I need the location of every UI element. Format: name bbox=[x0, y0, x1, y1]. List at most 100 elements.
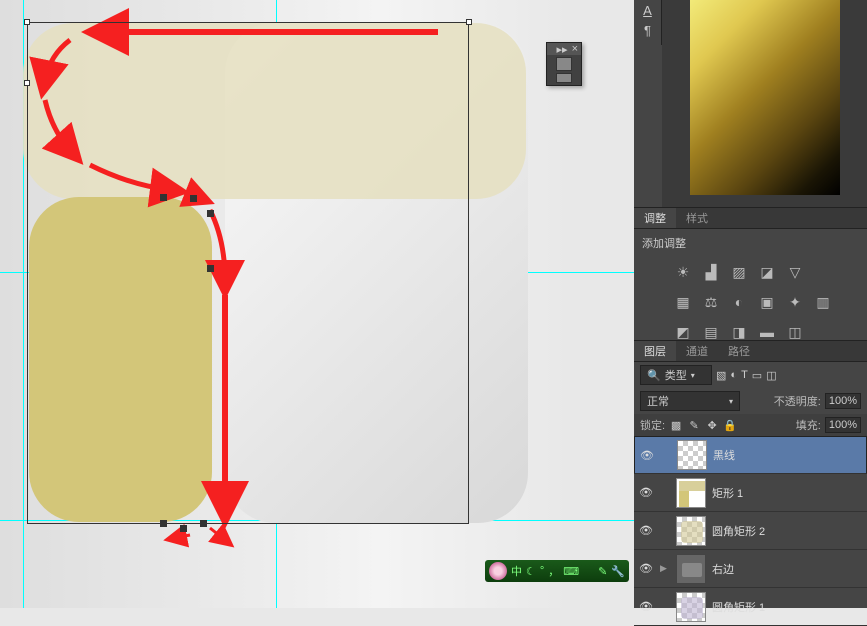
transform-handle[interactable] bbox=[24, 19, 30, 25]
visibility-toggle-icon[interactable]: 👁 bbox=[638, 523, 654, 539]
adjustments-panel: 调整 样式 添加调整 ☀ ▟ ▨ ◪ ▽ ▦ ⚖ ◐ ▣ ✦ ▥ ◩ ▤ ◨ ▬… bbox=[634, 207, 867, 347]
filter-pixel-icon[interactable]: ▧ bbox=[716, 369, 726, 382]
lock-label: 锁定: bbox=[640, 417, 665, 433]
tab-styles[interactable]: 样式 bbox=[676, 208, 718, 228]
layer-list: 👁 黑线 👁 矩形 1 👁 圆角矩形 2 bbox=[634, 436, 867, 626]
shape-left-block bbox=[29, 197, 212, 522]
layer-name[interactable]: 矩形 1 bbox=[712, 485, 743, 501]
path-anchor[interactable] bbox=[160, 194, 167, 201]
lock-position-icon[interactable]: ✥ bbox=[705, 418, 719, 432]
adj-invert-icon[interactable]: ◩ bbox=[674, 323, 692, 341]
filter-adjust-icon[interactable]: ◐ bbox=[730, 369, 737, 381]
adj-selective-icon[interactable]: ◫ bbox=[786, 323, 804, 341]
right-panel-stack: A ¶ 调整 样式 添加调整 ☀ ▟ ▨ ◪ ▽ ▦ ⚖ ◐ ▣ ✦ ▥ ◩ ▤ bbox=[634, 0, 867, 608]
layer-name[interactable]: 右边 bbox=[712, 561, 734, 577]
panel-icon[interactable] bbox=[556, 73, 572, 83]
visibility-toggle-icon[interactable]: 👁 bbox=[639, 447, 655, 463]
transform-handle[interactable] bbox=[24, 80, 30, 86]
ime-keyboard-icon[interactable]: ⌨ bbox=[563, 565, 579, 578]
blend-mode-select[interactable]: 正常 ▾ bbox=[640, 391, 740, 411]
layer-item[interactable]: 👁 矩形 1 bbox=[634, 474, 867, 512]
close-icon[interactable]: × bbox=[572, 43, 578, 55]
ime-logo-icon bbox=[489, 562, 507, 580]
adj-curves-icon[interactable]: ▨ bbox=[730, 263, 748, 281]
gradient-preview[interactable] bbox=[690, 0, 840, 195]
path-anchor[interactable] bbox=[207, 265, 214, 272]
layer-name[interactable]: 圆角矩形 1 bbox=[712, 599, 765, 615]
layer-filter-label: 类型 bbox=[665, 367, 687, 383]
fill-value[interactable]: 100% bbox=[825, 417, 861, 433]
floating-mini-panel[interactable]: ▸▸ × bbox=[546, 42, 582, 86]
path-anchor[interactable] bbox=[207, 210, 214, 217]
lock-paint-icon[interactable]: ✎ bbox=[687, 418, 701, 432]
tab-adjustments[interactable]: 调整 bbox=[634, 208, 676, 228]
adj-balance-icon[interactable]: ⚖ bbox=[702, 293, 720, 311]
paragraph-tool-icon[interactable]: ¶ bbox=[634, 20, 661, 40]
layer-item[interactable]: 👁 ▶ 右边 bbox=[634, 550, 867, 588]
fill-label: 填充: bbox=[796, 417, 821, 433]
adj-bw-icon[interactable]: ◐ bbox=[730, 293, 748, 311]
layer-name[interactable]: 圆角矩形 2 bbox=[712, 523, 765, 539]
adj-vibrance-icon[interactable]: ▽ bbox=[786, 263, 804, 281]
tab-channels[interactable]: 通道 bbox=[676, 341, 718, 361]
visibility-toggle-icon[interactable]: 👁 bbox=[638, 561, 654, 577]
layer-item[interactable]: 👁 圆角矩形 2 bbox=[634, 512, 867, 550]
ime-moon-icon[interactable]: ☾ bbox=[526, 565, 536, 578]
layer-thumbnail[interactable] bbox=[677, 440, 707, 470]
layer-thumbnail[interactable] bbox=[676, 592, 706, 622]
tab-layers[interactable]: 图层 bbox=[634, 341, 676, 361]
type-tool-icon[interactable]: A bbox=[634, 0, 661, 20]
search-icon: 🔍 bbox=[647, 369, 661, 382]
tool-tab-strip: A ¶ bbox=[634, 0, 662, 45]
ime-status-bar[interactable]: 中 ☾ ° ， ⌨ ✎ 🔧 bbox=[485, 560, 629, 582]
ime-punct[interactable]: ， bbox=[548, 563, 559, 579]
lock-transparency-icon[interactable]: ▩ bbox=[669, 418, 683, 432]
adj-lut-icon[interactable]: ▥ bbox=[814, 293, 832, 311]
visibility-toggle-icon[interactable]: 👁 bbox=[638, 599, 654, 615]
opacity-value[interactable]: 100% bbox=[825, 393, 861, 409]
blend-mode-value: 正常 bbox=[647, 393, 669, 409]
adj-channel-mixer-icon[interactable]: ✦ bbox=[786, 293, 804, 311]
layer-thumbnail[interactable] bbox=[676, 516, 706, 546]
tab-paths[interactable]: 路径 bbox=[718, 341, 760, 361]
layers-panel: 图层 通道 路径 🔍 类型 ▾ ▧ ◐ T ▭ ◫ 正常 ▾ 不透明度: 100… bbox=[634, 340, 867, 608]
opacity-label: 不透明度: bbox=[774, 393, 821, 409]
layer-item[interactable]: 👁 圆角矩形 1 bbox=[634, 588, 867, 626]
ime-settings-icon[interactable]: ✎ bbox=[598, 565, 607, 578]
ime-lang[interactable]: 中 bbox=[511, 563, 522, 579]
ime-wrench-icon[interactable]: 🔧 bbox=[611, 565, 625, 578]
layer-item[interactable]: 👁 黑线 bbox=[634, 436, 867, 474]
panel-icon[interactable] bbox=[556, 57, 572, 71]
layer-thumbnail[interactable] bbox=[676, 478, 706, 508]
folder-thumbnail[interactable] bbox=[676, 554, 706, 584]
filter-type-icon[interactable]: T bbox=[741, 369, 748, 381]
filter-shape-icon[interactable]: ▭ bbox=[752, 369, 762, 382]
adj-brightness-icon[interactable]: ☀ bbox=[674, 263, 692, 281]
adjustments-title: 添加调整 bbox=[634, 229, 867, 257]
adj-photo-filter-icon[interactable]: ▣ bbox=[758, 293, 776, 311]
lock-all-icon[interactable]: 🔒 bbox=[723, 418, 737, 432]
shape-top-bar bbox=[23, 23, 526, 199]
color-gradient-panel[interactable] bbox=[662, 0, 867, 210]
adj-exposure-icon[interactable]: ◪ bbox=[758, 263, 776, 281]
path-anchor[interactable] bbox=[180, 525, 187, 532]
layer-filter-select[interactable]: 🔍 类型 ▾ bbox=[640, 365, 712, 385]
ime-dot[interactable]: ° bbox=[540, 565, 544, 577]
path-anchor[interactable] bbox=[190, 195, 197, 202]
path-anchor[interactable] bbox=[200, 520, 207, 527]
layer-name[interactable]: 黑线 bbox=[713, 447, 735, 463]
adj-posterize-icon[interactable]: ▤ bbox=[702, 323, 720, 341]
adj-hue-icon[interactable]: ▦ bbox=[674, 293, 692, 311]
transform-handle[interactable] bbox=[466, 19, 472, 25]
filter-smart-icon[interactable]: ◫ bbox=[766, 369, 776, 382]
chevron-down-icon: ▾ bbox=[729, 397, 733, 406]
expand-toggle-icon[interactable]: ▶ bbox=[660, 563, 670, 574]
collapse-icon[interactable]: ▸▸ bbox=[557, 43, 568, 56]
path-anchor[interactable] bbox=[160, 520, 167, 527]
adj-threshold-icon[interactable]: ◨ bbox=[730, 323, 748, 341]
adj-gradient-map-icon[interactable]: ▬ bbox=[758, 323, 776, 341]
adj-levels-icon[interactable]: ▟ bbox=[702, 263, 720, 281]
chevron-down-icon: ▾ bbox=[691, 371, 695, 380]
canvas-area[interactable]: ▸▸ × 中 ☾ ° ， ⌨ ✎ 🔧 bbox=[0, 0, 634, 608]
visibility-toggle-icon[interactable]: 👁 bbox=[638, 485, 654, 501]
